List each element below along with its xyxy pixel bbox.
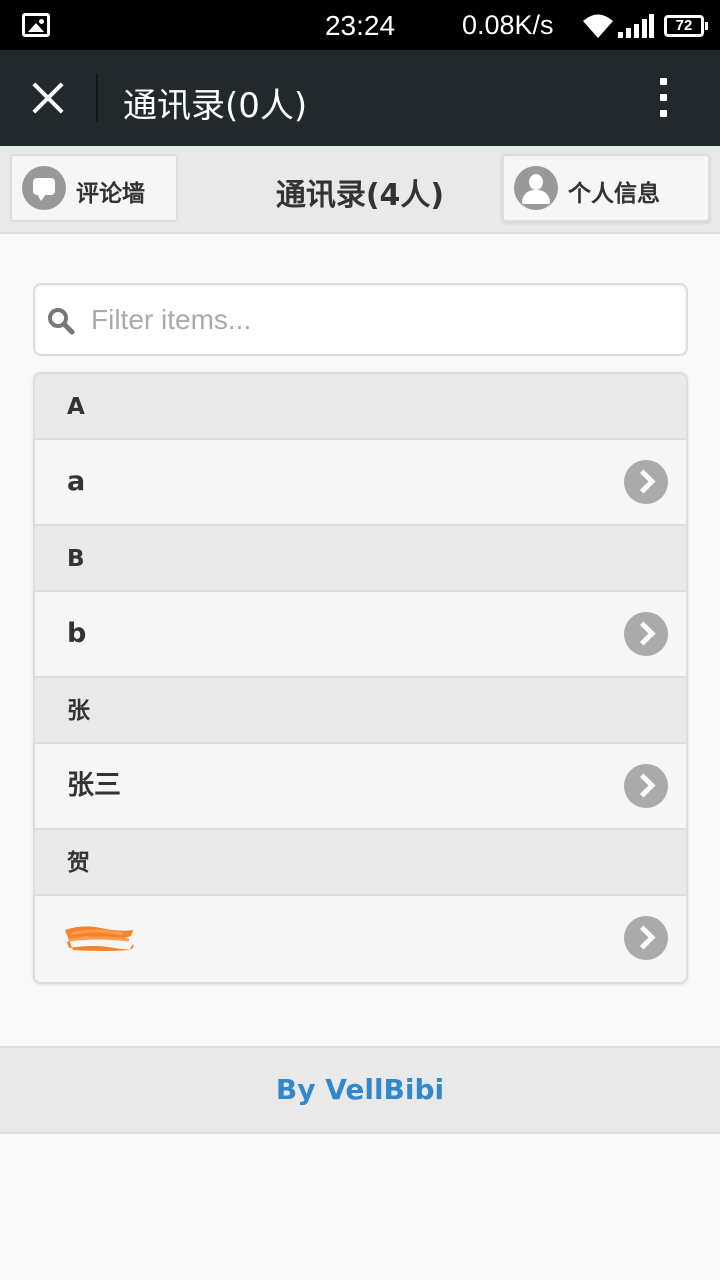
chevron-right-icon	[624, 764, 668, 808]
footer-credit: By VellBibi	[275, 1073, 445, 1106]
footer: By VellBibi	[0, 1046, 720, 1134]
close-icon[interactable]	[26, 76, 70, 120]
list-divider: A	[35, 374, 686, 440]
list-item[interactable]: a	[35, 440, 686, 526]
wifi-icon	[583, 14, 613, 38]
list-divider: 张	[35, 678, 686, 744]
more-options-icon[interactable]	[650, 78, 678, 118]
network-speed: 0.08K/s	[462, 10, 554, 40]
list-item[interactable]: 张三	[35, 744, 686, 830]
search-box[interactable]	[33, 283, 688, 356]
title-divider	[96, 74, 98, 122]
list-item[interactable]: b	[35, 592, 686, 678]
profile-label: 个人信息	[568, 181, 660, 207]
webview-title-bar: 通讯录(0人)	[0, 50, 720, 146]
chevron-right-icon	[624, 460, 668, 504]
user-icon	[514, 166, 558, 210]
profile-button[interactable]: 个人信息	[502, 154, 710, 222]
chevron-right-icon	[624, 612, 668, 656]
contact-name: 张三	[67, 770, 121, 801]
status-bar: 23:24 0.08K/s 72	[0, 0, 720, 50]
search-icon	[48, 308, 75, 335]
list-divider: B	[35, 526, 686, 592]
webview-title: 通讯录(0人)	[123, 86, 308, 126]
page-header: 评论墙 通讯录(4人) 个人信息	[0, 146, 720, 234]
battery-icon: 72	[664, 15, 708, 37]
search-input[interactable]	[91, 297, 671, 343]
list-divider: 贺	[35, 830, 686, 896]
chevron-right-icon	[624, 916, 668, 960]
list-item[interactable]	[35, 896, 686, 982]
contact-name: a	[67, 466, 86, 497]
signal-icon	[618, 14, 654, 38]
contact-list: A a B b 张 张三 贺	[33, 372, 688, 984]
contact-name: b	[67, 618, 87, 649]
redaction-scribble	[65, 926, 134, 951]
